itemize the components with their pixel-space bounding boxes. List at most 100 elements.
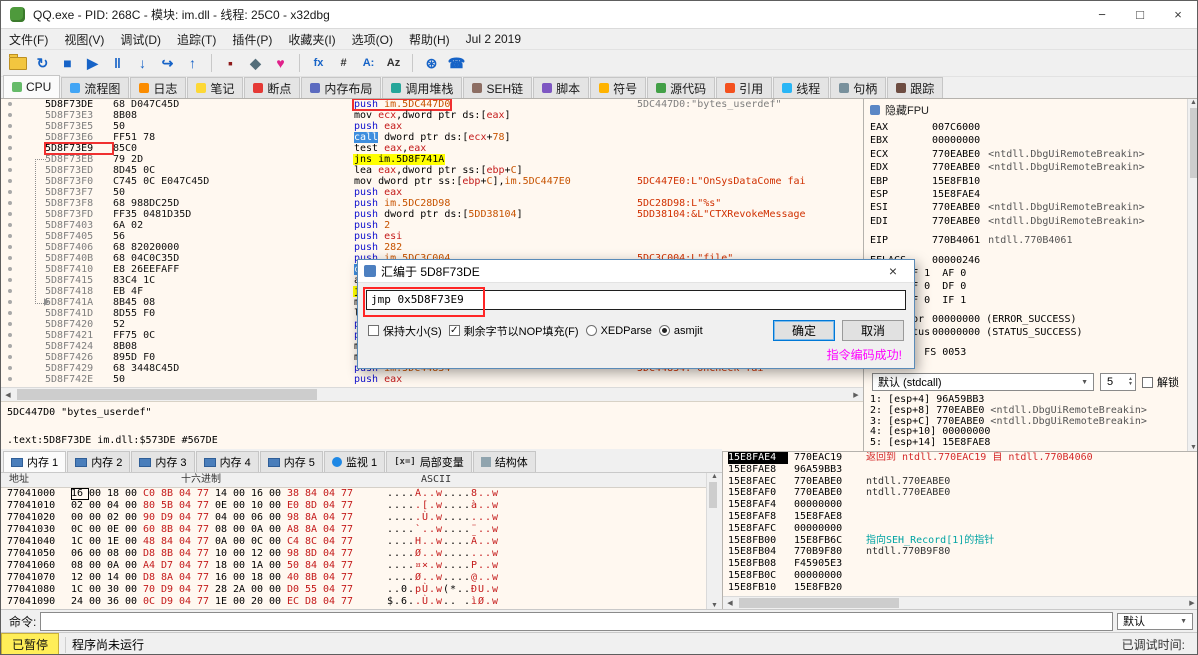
dump-row[interactable]: 77041060 08 00 0A 00 A4 D7 04 77 18 00 1A 00 50 84 04 77… bbox=[1, 560, 706, 572]
tab-dump-2[interactable]: 内存 2 bbox=[67, 451, 131, 472]
tab-handles[interactable]: 句柄 bbox=[830, 77, 887, 98]
disasm-row[interactable]: 5D8F73DE 68 D047C45D push im.5DC447D0 5DC44… bbox=[1, 99, 863, 111]
asmjit-radio[interactable]: asmjit bbox=[658, 325, 703, 337]
scroll-left-icon[interactable]: ◀ bbox=[1, 391, 15, 399]
stack-row[interactable]: 15E8FAF0 770EABE0 ntdll.770EABE0 bbox=[723, 487, 1197, 499]
dump-row[interactable]: 77041020 00 00 02 00 90 D9 04 77 04 00 06 00 98 8A 04 77… bbox=[1, 512, 706, 524]
maximize-button[interactable]: □ bbox=[1121, 1, 1159, 28]
unlock-checkbox[interactable]: 解锁 bbox=[1142, 374, 1179, 390]
register-row[interactable]: ESP 15E8FAE4 bbox=[864, 188, 1187, 201]
stack-row[interactable]: 15E8FB0C 00000000 bbox=[723, 570, 1197, 582]
tab-dump-1[interactable]: 内存 1 bbox=[3, 451, 67, 472]
menu-favourites[interactable]: 收藏夹(I) bbox=[280, 29, 343, 50]
stack-row[interactable]: 15E8FB08 F45905E3 bbox=[723, 558, 1197, 570]
assemble-instruction-input[interactable] bbox=[366, 290, 906, 310]
pause-icon[interactable]: ‖ bbox=[105, 52, 130, 75]
dump-row[interactable]: 77041010 02 00 04 00 80 5B 04 77 0E 00 10 00 E0 8D 04 77… bbox=[1, 500, 706, 512]
nop-fill-checkbox[interactable]: ✓ 剩余字节以NOP填充(F) bbox=[448, 323, 579, 339]
open-file-icon[interactable] bbox=[5, 52, 30, 75]
step-into-icon[interactable]: ↓ bbox=[130, 52, 155, 75]
disasm-row[interactable]: 5D8F73F0 C745 0C E047C45D mov dword ptr ss… bbox=[1, 176, 863, 187]
scroll-down-icon[interactable]: ▼ bbox=[1190, 444, 1197, 451]
register-row[interactable]: EBX 00000000 bbox=[864, 134, 1187, 147]
disasm-row[interactable]: 5D8F73E6 FF51 78 call dword ptr ds:[ecx+78… bbox=[1, 132, 863, 143]
menu-file[interactable]: 文件(F) bbox=[1, 29, 56, 50]
menu-plugins[interactable]: 插件(P) bbox=[224, 29, 280, 50]
stack-row[interactable]: 15E8FAE8 96A59BB3 bbox=[723, 464, 1197, 476]
command-profile-select[interactable]: 默认 ▼ bbox=[1117, 612, 1193, 630]
scroll-right-icon[interactable]: ▶ bbox=[849, 391, 863, 399]
tab-call-stack[interactable]: 调用堆栈 bbox=[382, 77, 463, 98]
stack-row[interactable]: 15E8FB10 15E8FB20 bbox=[723, 582, 1197, 594]
scroll-thumb[interactable] bbox=[1190, 108, 1197, 178]
registers-vscrollbar[interactable]: ▲ ▼ bbox=[1187, 99, 1197, 451]
run-icon[interactable]: ▶ bbox=[80, 52, 105, 75]
tab-threads[interactable]: 线程 bbox=[773, 77, 830, 98]
patch-icon[interactable]: ◆ bbox=[243, 52, 268, 75]
scroll-down-icon[interactable]: ▼ bbox=[711, 602, 718, 609]
hash-icon[interactable]: # bbox=[331, 52, 356, 75]
register-row[interactable]: ESI 770EABE0 <ntdll.DbgUiRemoteBreakin> bbox=[864, 201, 1187, 214]
dump-row[interactable]: 77041080 1C 00 30 00 70 D9 04 77 28 2A 00 00 D0 55 04 77… bbox=[1, 584, 706, 596]
dump-row[interactable]: 77041050 06 00 08 00 D8 8B 04 77 10 00 12 00 98 8D 04 77… bbox=[1, 548, 706, 560]
tab-locals[interactable]: [x=] 局部变量 bbox=[386, 451, 472, 472]
dump-row[interactable]: 77041070 12 00 14 00 D8 8A 04 77 16 00 18 00 40 8B 04 77… bbox=[1, 572, 706, 584]
register-row[interactable]: EIP 770B4061 ntdll.770B4061 bbox=[864, 234, 1187, 247]
tab-memory-map[interactable]: 内存布局 bbox=[301, 77, 382, 98]
help-phone-icon[interactable]: ☎ bbox=[444, 52, 469, 75]
command-input[interactable] bbox=[40, 611, 1113, 631]
stack-row[interactable]: 15E8FB04 770B9F80 ntdll.770B9F80 bbox=[723, 546, 1197, 558]
tab-cpu[interactable]: CPU bbox=[3, 75, 61, 98]
tab-dump-4[interactable]: 内存 4 bbox=[195, 451, 259, 472]
stack-row[interactable]: 15E8FAF8 15E8FAE8 bbox=[723, 511, 1197, 523]
disasm-row[interactable]: 5D8F73E5 50 push eax bbox=[1, 121, 863, 132]
dump-row[interactable]: 77041030 0C 00 0E 00 60 8B 04 77 08 00 0A 00 A8 8A 04 77… bbox=[1, 524, 706, 536]
tab-script[interactable]: 脚本 bbox=[533, 77, 590, 98]
disasm-row[interactable]: 5D8F73E9 85C0 test eax,eax bbox=[1, 142, 863, 155]
keep-size-checkbox[interactable]: 保持大小(S) bbox=[368, 323, 442, 339]
scroll-up-icon[interactable]: ▲ bbox=[711, 473, 718, 480]
minimize-button[interactable]: − bbox=[1083, 1, 1121, 28]
menu-help[interactable]: 帮助(H) bbox=[401, 29, 458, 50]
argument-row[interactable]: 5: [esp+14] 15E8FAE8 bbox=[870, 437, 1187, 449]
stack-row[interactable]: 15E8FB00 15E8FB6C 指向SEH_Record[1]的指针 bbox=[723, 535, 1197, 547]
scroll-thumb[interactable] bbox=[739, 598, 899, 608]
spinner-arrows-icon[interactable]: ▲ ▼ bbox=[1128, 377, 1133, 387]
disasm-row[interactable]: 5D8F7403 6A 02 push 2 bbox=[1, 220, 863, 231]
fx-icon[interactable]: fx bbox=[306, 52, 331, 75]
disasm-row[interactable]: 5D8F73F7 50 push eax bbox=[1, 187, 863, 198]
tab-notes[interactable]: 笔记 bbox=[187, 77, 244, 98]
stack-row[interactable]: 15E8FAE4 770EAC19 返回到 ntdll.770EAC19 自 ntd… bbox=[723, 452, 1197, 464]
menu-trace[interactable]: 追踪(T) bbox=[169, 29, 224, 50]
tab-seh-chain[interactable]: SEH链 bbox=[463, 77, 533, 98]
close-button[interactable]: × bbox=[1159, 1, 1197, 28]
disasm-row[interactable]: 5D8F73E3 8B08 mov ecx,dword ptr ds:[eax] bbox=[1, 110, 863, 121]
hide-fpu-toggle[interactable]: 隐藏FPU bbox=[885, 102, 929, 118]
case-upper-icon[interactable]: A: bbox=[356, 52, 381, 75]
register-row[interactable]: ECX 770EABE0 <ntdll.DbgUiRemoteBreakin> bbox=[864, 148, 1187, 161]
tab-log[interactable]: 日志 bbox=[130, 77, 187, 98]
disasm-row[interactable]: 5D8F7405 56 push esi bbox=[1, 231, 863, 242]
tab-dump-5[interactable]: 内存 5 bbox=[259, 451, 323, 472]
menu-options[interactable]: 选项(O) bbox=[344, 29, 401, 50]
scroll-track[interactable] bbox=[737, 597, 1185, 609]
scroll-track[interactable] bbox=[15, 388, 849, 401]
tab-source[interactable]: 源代码 bbox=[647, 77, 716, 98]
argument-count-spinner[interactable]: 5 ▲ ▼ bbox=[1100, 373, 1136, 391]
register-row[interactable]: EBP 15E8FB10 bbox=[864, 175, 1187, 188]
dump-row[interactable]: 77041090 24 00 36 00 0C D9 04 77 1E 00 20 00 EC D8 04 77… bbox=[1, 596, 706, 608]
step-over-icon[interactable]: ↪ bbox=[155, 52, 180, 75]
scroll-up-icon[interactable]: ▲ bbox=[1190, 99, 1197, 106]
tab-breakpoints[interactable]: 断点 bbox=[244, 77, 301, 98]
stack-row[interactable]: 15E8FAFC 00000000 bbox=[723, 523, 1197, 535]
restart-icon[interactable]: ↻ bbox=[30, 52, 55, 75]
register-row[interactable]: EDX 770EABE0 <ntdll.DbgUiRemoteBreakin> bbox=[864, 161, 1187, 174]
menu-view[interactable]: 视图(V) bbox=[56, 29, 112, 50]
disasm-row[interactable]: 5D8F73EB 79 2D jns im.5D8F741A bbox=[1, 154, 863, 165]
scroll-track[interactable] bbox=[707, 480, 722, 602]
tab-dump-3[interactable]: 内存 3 bbox=[131, 451, 195, 472]
dump-row[interactable]: 77041040 1C 00 1E 00 48 84 04 77 0A 00 0C 00 C4 8C 04 77… bbox=[1, 536, 706, 548]
cancel-button[interactable]: 取消 bbox=[842, 320, 904, 341]
register-row[interactable]: EAX 007C6000 bbox=[864, 121, 1187, 134]
disasm-row[interactable]: 5D8F73FD FF35 0481D35D push dword ptr ds:[… bbox=[1, 209, 863, 220]
